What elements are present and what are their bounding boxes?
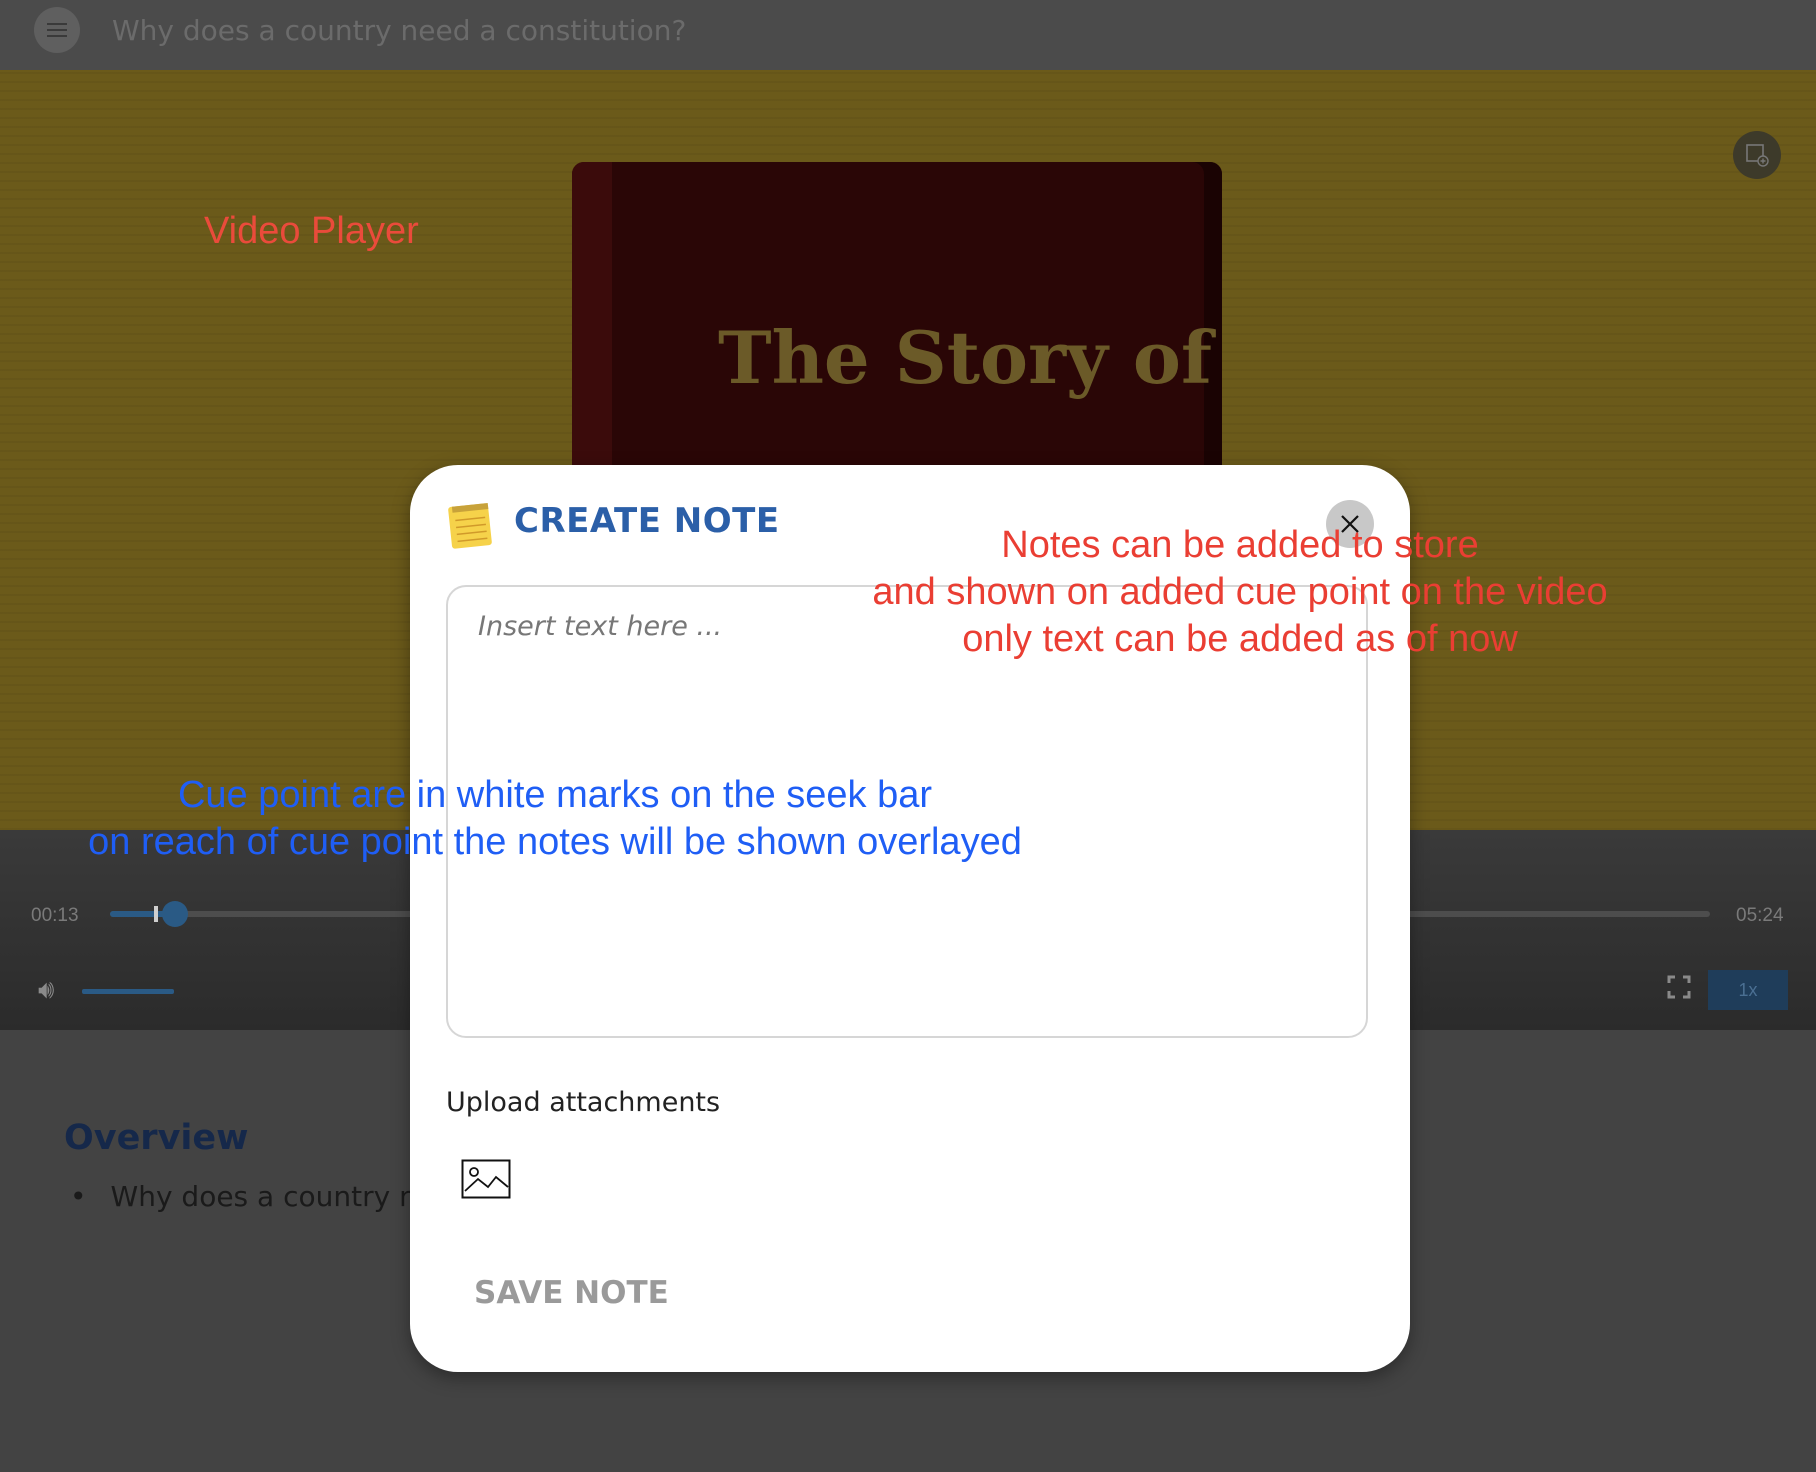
annotation-notes: Notes can be added to store and shown on… (800, 522, 1680, 663)
duration-time: 05:24 (1736, 905, 1784, 926)
seek-handle[interactable] (162, 901, 188, 927)
playback-speed-button[interactable]: 1x (1708, 970, 1788, 1010)
current-time: 00:13 (31, 905, 79, 926)
annotation-notes-line: only text can be added as of now (962, 618, 1518, 660)
notepad-icon (446, 499, 496, 549)
video-frame-title: The Story of (718, 315, 1212, 400)
cue-point-marker[interactable] (154, 906, 158, 922)
annotation-notes-line: Notes can be added to store (1001, 524, 1479, 566)
page-title: Why does a country need a constitution? (112, 14, 687, 47)
volume-icon[interactable]: 🔊︎ (38, 975, 54, 1006)
top-app-bar: Why does a country need a constitution? (0, 0, 1816, 70)
annotation-cue-line: Cue point are in white marks on the seek… (177, 774, 933, 816)
upload-attachments-label: Upload attachments (446, 1087, 721, 1118)
save-note-button[interactable]: SAVE NOTE (474, 1275, 669, 1311)
hamburger-menu-icon[interactable] (34, 7, 80, 53)
overview-title: Overview (64, 1118, 249, 1158)
annotation-notes-line: and shown on added cue point on the vide… (872, 571, 1608, 613)
annotation-video-player: Video Player (204, 210, 419, 252)
modal-title: CREATE NOTE (514, 501, 780, 541)
annotation-cue-points: Cue point are in white marks on the seek… (40, 772, 1070, 866)
volume-slider[interactable] (82, 989, 174, 994)
annotation-cue-line: on reach of cue point the notes will be … (88, 821, 1022, 863)
image-icon[interactable] (461, 1159, 511, 1199)
fullscreen-icon[interactable] (1667, 975, 1691, 999)
overview-list-item: Why does a country nee (70, 1180, 452, 1213)
add-note-overlay-icon[interactable] (1733, 131, 1781, 179)
